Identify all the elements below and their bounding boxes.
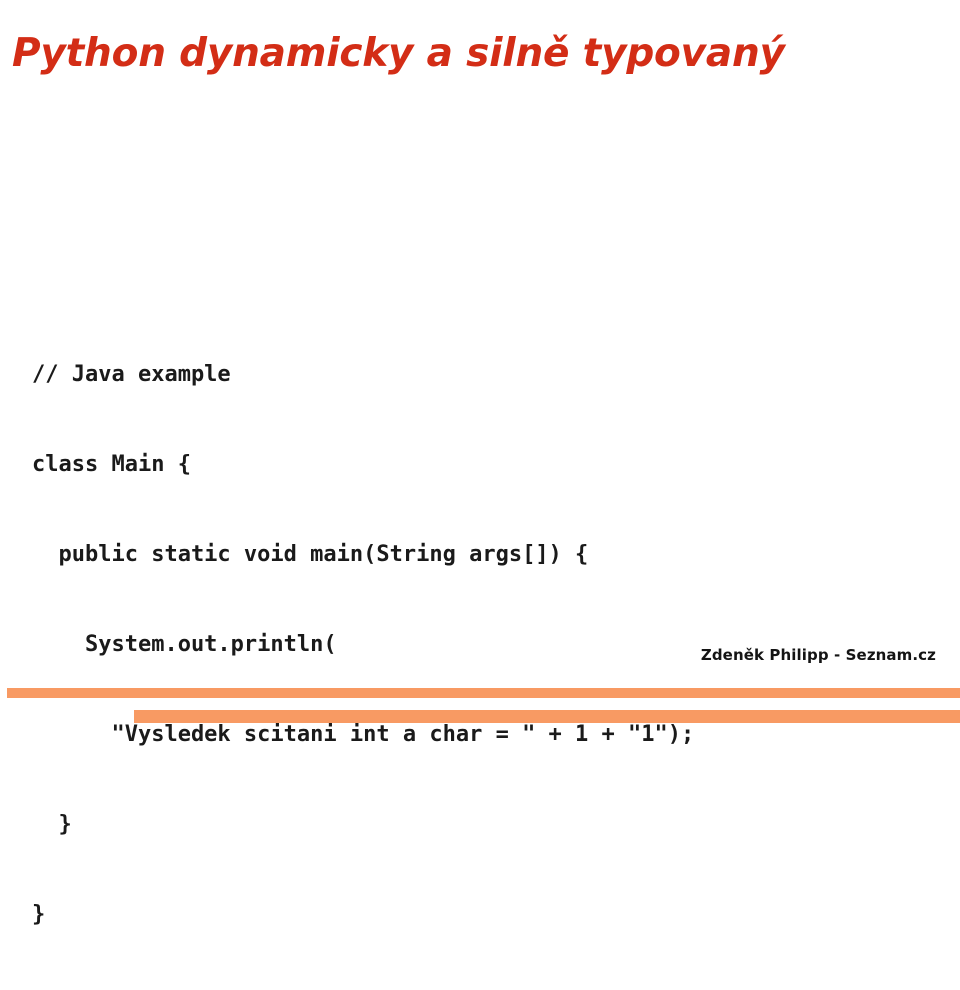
accent-bar-top <box>7 688 960 698</box>
code-line: // Java example <box>32 362 231 387</box>
code-block: // Java example class Main { public stat… <box>32 300 932 990</box>
code-line: class Main { <box>32 452 191 477</box>
accent-bar-bottom <box>134 710 960 723</box>
footer-credit: Zdeněk Philipp - Seznam.cz <box>700 646 936 664</box>
page-title: Python dynamicky a silně typovaný <box>12 31 785 77</box>
code-line: } <box>32 812 72 837</box>
slide-canvas: Python dynamicky a silně typovaný // Jav… <box>0 0 960 927</box>
code-line: "Vysledek scitani int a char = " + 1 + "… <box>32 722 695 747</box>
code-line: public static void main(String args[]) { <box>32 542 589 567</box>
code-line: } <box>32 902 46 927</box>
